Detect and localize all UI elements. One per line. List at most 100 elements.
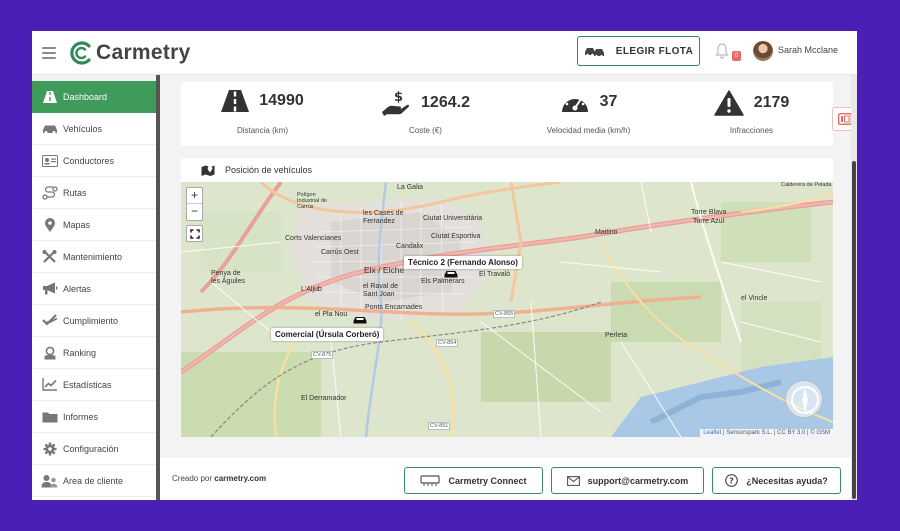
map-header: Posición de vehículos	[181, 158, 833, 182]
sidebar-item-client-area[interactable]: Area de cliente	[32, 465, 156, 497]
map-compass[interactable]	[785, 380, 823, 418]
hamburger-menu-icon[interactable]	[42, 47, 56, 59]
envelope-icon	[566, 475, 580, 486]
scrollbar-thumb[interactable]	[852, 161, 856, 499]
megaphone-icon	[41, 282, 58, 296]
sidebar-item-ranking[interactable]: Ranking	[32, 337, 156, 369]
map-attribution: Leaflet | Sensorspark S.L. | CC BY 3.0 |…	[700, 429, 833, 437]
sidebar-item-drivers[interactable]: Conductores	[32, 145, 156, 177]
footer-credit: Creado por carmetry.com	[172, 474, 266, 483]
sidebar-item-label: Conductores	[63, 155, 115, 166]
folder-icon	[41, 410, 58, 424]
road-label: CV-854	[436, 339, 459, 347]
vehicle-marker-icon[interactable]	[353, 316, 367, 324]
map-place: Penya de les Àguiles	[211, 270, 245, 285]
user-name[interactable]: Sarah Mcclane	[778, 45, 838, 55]
stat-speed: 37 Velocidad media (km/h)	[507, 82, 670, 146]
line-chart-icon	[41, 378, 58, 392]
vehicle-map[interactable]: + − La Galia Polígon Industrial de Carrú…	[181, 182, 833, 437]
sidebar-item-settings[interactable]: Configuración	[32, 433, 156, 465]
help-button[interactable]: ? ¿Necesitas ayuda?	[712, 467, 841, 494]
svg-text:$: $	[394, 90, 403, 105]
credit-site-link[interactable]: carmetry.com	[214, 474, 266, 483]
sidebar-item-alerts[interactable]: Alertas	[32, 273, 156, 305]
id-card-icon	[41, 154, 58, 168]
money-hand-icon: $	[382, 90, 410, 116]
zoom-in-button[interactable]: +	[187, 188, 202, 204]
map-place: Els Palmerars	[421, 278, 465, 285]
stat-label: Velocidad media (km/h)	[546, 126, 631, 135]
map-place: Calderera de Pelada	[781, 182, 832, 188]
panel-icon	[837, 113, 852, 125]
leaflet-link[interactable]: Leaflet	[703, 430, 721, 436]
stat-label: Coste (€)	[409, 126, 442, 135]
sidebar-item-routes[interactable]: Rutas	[32, 177, 156, 209]
map-place: Polígon Industrial de Carrús	[297, 192, 327, 210]
stat-label: Distancia (km)	[236, 126, 289, 135]
stat-value: 2179	[753, 94, 790, 111]
sidebar-item-dashboard[interactable]: Dashboard	[32, 81, 156, 113]
bell-icon[interactable]	[715, 43, 729, 59]
stat-value: 1264.2	[421, 94, 470, 111]
stat-label: Infracciones	[729, 126, 774, 135]
sidebar-item-label: Area de cliente	[63, 475, 124, 486]
map-place: Elx / Elche	[364, 265, 405, 275]
sidebar-item-label: Estadísticas	[63, 379, 112, 390]
avatar[interactable]	[753, 41, 773, 61]
map-place: el Pla Nou	[315, 311, 348, 318]
sidebar-item-compliance[interactable]: Cumplimiento	[32, 305, 156, 337]
map-place: Ciutat Universitària	[423, 215, 483, 222]
users-icon	[41, 474, 58, 488]
sidebar-item-label: Rutas	[63, 187, 87, 198]
sidebar-divider[interactable]	[156, 75, 160, 500]
speedometer-icon	[561, 94, 588, 112]
map-place: Ciutat Esportiva	[431, 233, 481, 240]
map-place: Perleta	[605, 332, 628, 339]
fullscreen-button[interactable]	[186, 225, 203, 242]
carmetry-connect-button[interactable]: Carmetry Connect	[404, 467, 543, 494]
stats-panel: 14990 Distancia (km) $ 1264.2 Coste (€) …	[181, 82, 833, 146]
help-label: ¿Necesitas ayuda?	[746, 475, 828, 486]
sidebar-item-maintenance[interactable]: Mantenimiento	[32, 241, 156, 273]
page-scrollbar[interactable]	[851, 75, 857, 500]
sidebar-item-statistics[interactable]: Estadísticas	[32, 369, 156, 401]
stat-value: 14990	[259, 92, 304, 109]
road-label: CV-865	[493, 310, 516, 318]
map-place: Torre Blava	[691, 209, 727, 216]
zoom-out-button[interactable]: −	[187, 204, 202, 220]
car-icon	[41, 122, 58, 136]
map-place: Torre Azul	[693, 218, 725, 225]
warning-icon	[713, 90, 744, 116]
device-icon	[420, 474, 441, 486]
stat-distance: 14990 Distancia (km)	[181, 82, 344, 146]
map-place: Corts Valencianes	[285, 235, 342, 242]
svg-text:?: ?	[729, 477, 734, 486]
zoom-control: + −	[186, 187, 203, 221]
sidebar-item-maps[interactable]: Mapas	[32, 209, 156, 241]
sidebar-item-label: Alertas	[63, 283, 92, 294]
road-label: CV-875	[311, 351, 334, 359]
sidebar-item-vehicles[interactable]: Vehículos	[32, 113, 156, 145]
route-icon	[41, 185, 58, 200]
sidebar-item-reports[interactable]: Informes	[32, 401, 156, 433]
footer: Creado por carmetry.com Carmetry Connect…	[160, 458, 851, 500]
map-place: El Derramador	[301, 395, 347, 402]
credit-prefix: Creado por	[172, 474, 215, 483]
sidebar-item-label: Configuración	[63, 443, 119, 454]
sidebar-item-label: Cumplimiento	[63, 315, 119, 326]
compass-icon	[791, 386, 819, 414]
vehicle-marker-icon[interactable]	[444, 270, 458, 278]
question-circle-icon: ?	[725, 474, 739, 487]
map-place: Ponts Encarnades	[365, 304, 423, 311]
gear-icon	[41, 442, 58, 456]
vehicle-label-comercial[interactable]: Comercial (Úrsula Corberó)	[271, 328, 384, 341]
support-email-button[interactable]: support@carmetry.com	[551, 467, 704, 494]
choose-fleet-button[interactable]: ELEGIR FLOTA	[577, 36, 700, 66]
sidebar: Dashboard Vehículos Conductores Rutas Ma…	[32, 81, 156, 500]
vehicle-label-tecnico[interactable]: Técnico 2 (Fernando Alonso)	[404, 256, 522, 269]
map-title: Posición de vehículos	[225, 165, 313, 175]
map-place: Candalix	[396, 243, 424, 250]
support-email-label: support@carmetry.com	[587, 475, 689, 486]
carmetry-logo[interactable]: Carmetry	[68, 39, 191, 67]
stat-value: 37	[599, 93, 618, 110]
